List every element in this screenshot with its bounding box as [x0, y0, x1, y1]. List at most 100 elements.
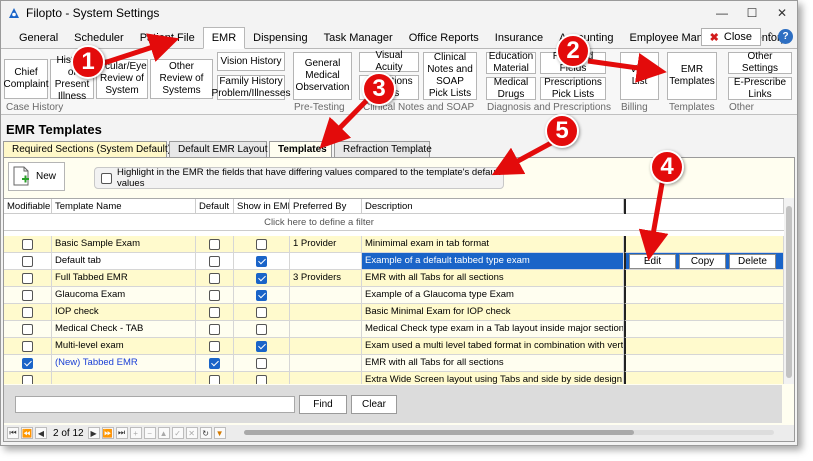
other-review-systems-button[interactable]: Other Review of Systems [150, 59, 213, 99]
col-header-default[interactable]: Default [196, 199, 234, 214]
highlight-differences-option[interactable]: Highlight in the EMR the fields that hav… [94, 167, 504, 189]
modifiable-checkbox[interactable] [22, 255, 33, 267]
modifiable-checkbox[interactable] [22, 306, 33, 318]
modifiable-checkbox[interactable] [22, 340, 33, 352]
default-checkbox[interactable] [209, 238, 220, 250]
menu-task-manager[interactable]: Task Manager [316, 28, 401, 48]
highlight-differences-checkbox[interactable] [101, 172, 112, 184]
general-medical-observation-button[interactable]: General Medical Observation [293, 52, 352, 100]
clinical-notes-soap-button[interactable]: Clinical Notes and SOAP Pick Lists [423, 52, 477, 100]
show-checkbox[interactable] [256, 323, 267, 335]
default-checkbox[interactable] [209, 255, 220, 267]
prescriptions-pick-lists-button[interactable]: Prescriptions Pick Lists [540, 77, 606, 100]
search-input[interactable] [15, 396, 295, 413]
other-settings-button[interactable]: Other Settings [728, 51, 792, 74]
show-checkbox[interactable] [256, 238, 267, 250]
eprescribe-links-button[interactable]: E-Prescribe Links [728, 77, 792, 100]
grid-horizontal-scrollbar[interactable] [244, 430, 774, 435]
vision-history-button[interactable]: Vision History [217, 52, 285, 71]
confirm-record-icon[interactable]: ✓ [171, 427, 184, 439]
cancel-record-icon[interactable]: ✕ [185, 427, 198, 439]
modifiable-checkbox[interactable] [22, 374, 33, 384]
previous-page-icon[interactable]: ◀ [35, 427, 47, 439]
add-record-icon[interactable]: + [129, 427, 142, 439]
menu-office-reports[interactable]: Office Reports [401, 28, 487, 48]
grid-filter-row[interactable]: Click here to define a filter [4, 214, 794, 231]
collapse-chevron-icon[interactable]: ⌃ [766, 30, 775, 43]
delete-button[interactable]: Delete [729, 254, 776, 269]
default-checkbox[interactable] [209, 272, 220, 284]
show-checkbox[interactable] [256, 374, 267, 384]
maximize-icon[interactable]: ☐ [737, 1, 767, 25]
minimize-icon[interactable]: — [707, 1, 737, 25]
emr-templates-button[interactable]: EMR Templates [667, 52, 717, 100]
tab-default-emr-layout[interactable]: Default EMR Layout [169, 141, 268, 158]
col-header-show-in-emr[interactable]: Show in EMR [234, 199, 290, 214]
show-checkbox[interactable] [256, 289, 267, 301]
table-row[interactable]: Full Tabbed EMR 3 Providers EMR with all T… [4, 270, 794, 287]
default-checkbox[interactable] [209, 306, 220, 318]
default-checkbox[interactable] [209, 323, 220, 335]
filter-icon[interactable]: ▼ [213, 427, 226, 439]
show-checkbox[interactable] [256, 340, 267, 352]
menu-dispensing[interactable]: Dispensing [245, 28, 315, 48]
table-row[interactable]: Basic Sample Exam 1 Provider Minimimal exa… [4, 236, 794, 253]
col-header-template-name[interactable]: Template Name [52, 199, 196, 214]
window-close-icon[interactable]: ✕ [767, 1, 797, 25]
modifiable-checkbox[interactable] [22, 272, 33, 284]
default-checkbox[interactable] [209, 374, 220, 384]
next-page-group-icon[interactable]: ⏩ [101, 427, 114, 439]
family-history-button[interactable]: Family History Problem/Illnesses [212, 75, 290, 100]
table-row[interactable]: (New) Tabbed EMR EMR with all Tabs for al… [4, 355, 794, 372]
col-header-description[interactable]: Description [362, 199, 624, 214]
menu-insurance[interactable]: Insurance [487, 28, 551, 48]
copy-button[interactable]: Copy [679, 254, 726, 269]
visual-acuity-button[interactable]: Visual Acuity [359, 50, 419, 73]
delete-record-icon[interactable]: − [143, 427, 156, 439]
education-material-button[interactable]: Education Material [486, 51, 536, 74]
horizontal-scroll-thumb[interactable] [244, 430, 634, 435]
show-checkbox[interactable] [256, 306, 267, 318]
clear-button[interactable]: Clear [351, 395, 397, 414]
show-checkbox[interactable] [256, 272, 267, 284]
table-row[interactable]: Default tab Example of a default tabbed t… [4, 253, 794, 270]
table-row[interactable]: Extra Wide Screen layout using Tabs and … [4, 372, 794, 384]
default-checkbox[interactable] [209, 289, 220, 301]
medical-drugs-button[interactable]: Medical Drugs [486, 77, 536, 100]
help-icon[interactable]: ? [778, 29, 793, 44]
refresh-icon[interactable]: ↻ [199, 427, 212, 439]
last-page-icon[interactable]: ⏭ [115, 427, 128, 439]
previous-page-group-icon[interactable]: ⏪ [21, 427, 33, 439]
menu-scheduler[interactable]: Scheduler [66, 28, 132, 48]
col-header-preferred-by[interactable]: Preferred By [290, 199, 362, 214]
tab-required-sections[interactable]: Required Sections (System Default) [3, 141, 171, 158]
show-checkbox[interactable] [256, 255, 267, 267]
visit-list-button[interactable]: Visit List [620, 52, 659, 100]
default-checkbox[interactable] [209, 357, 220, 369]
next-page-icon[interactable]: ▶ [87, 427, 100, 439]
modifiable-checkbox[interactable] [22, 289, 33, 301]
edit-button[interactable]: Edit [629, 254, 676, 269]
col-header-modifiable[interactable]: Modifiable [4, 199, 52, 214]
modifiable-checkbox[interactable] [22, 323, 33, 335]
new-template-button[interactable]: New [8, 162, 65, 191]
tab-refraction-template[interactable]: Refraction Template [334, 141, 432, 158]
first-page-icon[interactable]: ⏮ [7, 427, 19, 439]
menu-general[interactable]: General [11, 28, 66, 48]
menu-patient-file[interactable]: Patient File [132, 28, 203, 48]
edit-record-icon[interactable]: ▲ [157, 427, 170, 439]
table-row[interactable]: IOP check Basic Minimal Exam for IOP chec… [4, 304, 794, 321]
modifiable-checkbox[interactable] [22, 357, 33, 369]
show-checkbox[interactable] [256, 357, 267, 369]
grid-vertical-scrollbar[interactable] [784, 198, 794, 384]
close-button[interactable]: ✖ Close [700, 28, 761, 46]
menu-emr[interactable]: EMR [202, 27, 246, 49]
chief-complaint-button[interactable]: Chief Complaint [3, 59, 49, 99]
modifiable-checkbox[interactable] [22, 238, 33, 250]
table-row[interactable]: Multi-level exam Exam used a multi level … [4, 338, 794, 355]
find-button[interactable]: Find [299, 395, 347, 414]
default-checkbox[interactable] [209, 340, 220, 352]
vertical-scroll-thumb[interactable] [786, 206, 792, 378]
table-row[interactable]: Medical Check - TAB Medical Check type ex… [4, 321, 794, 338]
table-row[interactable]: Glaucoma Exam Example of a Glaucoma type … [4, 287, 794, 304]
